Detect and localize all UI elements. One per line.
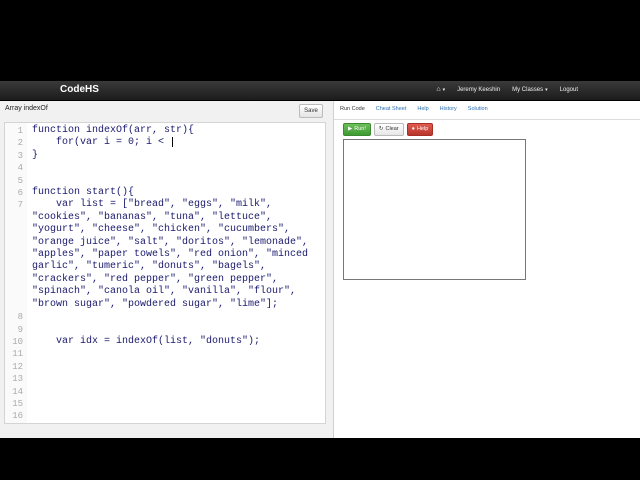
run-label: Run! [354,126,366,132]
code-line[interactable]: 4 [5,162,308,174]
output-pane: Run Code Cheat Sheet Help History Solution ▶… [334,101,640,438]
my-classes-label: My Classes [512,86,544,93]
code-lines[interactable]: 1 function indexOf(arr, str){2 for(var i … [5,125,308,423]
assignment-title: Array indexOf [5,105,48,112]
line-number [5,286,32,298]
line-number: 5 [17,175,23,186]
line-number: 9 [17,324,23,335]
code-line[interactable]: "apples", "paper towels", "red onion", "… [5,249,308,261]
code-text: "brown sugar", "powdered sugar", "lime"]… [32,298,279,310]
code-editor[interactable]: 1 function indexOf(arr, str){2 for(var i … [4,122,326,424]
tab-help[interactable]: Help [417,106,428,112]
my-classes-menu[interactable]: My Classes ▾ [512,87,548,93]
output-canvas[interactable] [343,139,526,280]
line-number [5,212,32,224]
line-number: 13 [12,374,23,385]
code-line[interactable]: 1 function indexOf(arr, str){ [5,125,308,137]
tab-divider [334,119,640,120]
line-number: 4 [17,163,23,174]
line-number: 1 [17,126,23,136]
tab-history[interactable]: History [440,106,457,112]
help-button[interactable]: ● Help [406,123,434,136]
navbar-links: ⌂ ▾ Jeremy Keeshin My Classes ▾ Logout [436,86,578,93]
text-cursor [172,137,174,148]
code-text: "spinach", "canola oil", "vanilla", "flo… [32,286,297,298]
code-line[interactable]: "yogurt", "cheese", "chicken", "cucumber… [5,224,308,236]
line-number: 3 [17,150,23,161]
help-icon: ● [411,126,415,132]
code-text: function start(){ [32,187,135,199]
code-text: var list = ["bread", "eggs", "milk", [32,199,273,211]
user-name-link[interactable]: Jeremy Keeshin [457,87,500,93]
line-number [5,249,32,261]
code-text: "apples", "paper towels", "red onion", "… [32,249,309,261]
code-text: "crackers", "red pepper", "green pepper"… [32,273,279,285]
line-number: 14 [12,386,23,397]
play-icon: ▶ [348,126,353,132]
code-line[interactable]: "cookies", "bananas", "tuna", "lettuce", [5,212,308,224]
tab-cheat-sheet[interactable]: Cheat Sheet [376,106,407,112]
tab-solution[interactable]: Solution [468,106,488,112]
output-tabs: Run Code Cheat Sheet Help History Solution [340,106,488,112]
code-line[interactable]: 7 var list = ["bread", "eggs", "milk", [5,199,308,211]
code-line[interactable]: 14 [5,386,308,398]
chevron-down-icon: ▾ [545,86,548,93]
line-number: 10 [12,336,23,347]
code-text: garlic", "tumeric", "donuts", "bagels", [32,261,267,273]
code-text: "yogurt", "cheese", "chicken", "cucumber… [32,224,291,236]
line-number: 11 [12,349,23,360]
home-icon[interactable]: ⌂ ▾ [436,86,445,93]
run-controls: ▶ Run! ↻ Clear ● Help [343,123,434,136]
top-navbar: CodeHS ⌂ ▾ Jeremy Keeshin My Classes ▾ Log… [0,81,640,101]
code-line[interactable]: "spinach", "canola oil", "vanilla", "flo… [5,286,308,298]
clear-button[interactable]: ↻ Clear [373,123,404,136]
code-text: "cookies", "bananas", "tuna", "lettuce", [32,211,273,223]
line-number: 15 [12,398,23,409]
code-line[interactable]: 10 var idx = indexOf(list, "donuts"); [5,336,308,348]
line-number [5,274,32,286]
code-text: var idx = indexOf(list, "donuts"); [32,335,261,347]
code-line[interactable]: garlic", "tumeric", "donuts", "bagels", [5,261,308,273]
editor-pane: Array indexOf Save 1 function indexOf(arr… [0,101,334,438]
code-text: for(var i = 0; i < [32,137,171,149]
tab-run-code[interactable]: Run Code [340,106,365,112]
line-number: 2 [17,138,23,149]
clear-label: Clear [385,126,399,132]
code-line[interactable]: 12 [5,361,308,373]
codehs-screen: CodeHS ⌂ ▾ Jeremy Keeshin My Classes ▾ Log… [0,81,640,438]
line-number [5,261,32,273]
help-label: Help [416,126,429,132]
code-line[interactable]: 8 [5,311,308,323]
code-line[interactable]: 6 function start(){ [5,187,308,199]
code-line[interactable]: 16 [5,410,308,422]
code-text: } [32,149,39,161]
line-number: 16 [12,411,23,422]
code-line[interactable]: 15 [5,398,308,410]
code-line[interactable]: 9 [5,324,308,336]
code-line[interactable]: 13 [5,373,308,385]
code-line[interactable]: "orange juice", "salt", "doritos", "lemo… [5,237,308,249]
code-line[interactable]: "crackers", "red pepper", "green pepper"… [5,274,308,286]
code-line[interactable]: 11 [5,348,308,360]
code-line[interactable]: "brown sugar", "powdered sugar", "lime"]… [5,299,308,311]
line-number: 8 [17,312,23,323]
line-number [5,224,32,236]
code-line[interactable]: 5 [5,175,308,187]
line-number [5,299,32,311]
logout-link[interactable]: Logout [560,87,578,93]
line-number: 6 [17,188,23,199]
refresh-icon: ↻ [378,126,384,132]
code-line[interactable]: 2 for(var i = 0; i < [5,137,308,149]
save-button[interactable]: Save [299,104,323,118]
codehs-logo[interactable]: CodeHS [60,84,99,95]
code-line[interactable]: 3} [5,150,308,162]
line-number: 7 [17,200,23,211]
run-button[interactable]: ▶ Run! [343,123,371,136]
line-number [5,237,32,249]
code-text: function indexOf(arr, str){ [32,125,195,136]
line-number: 12 [12,361,23,372]
code-text: "orange juice", "salt", "doritos", "lemo… [32,236,309,248]
